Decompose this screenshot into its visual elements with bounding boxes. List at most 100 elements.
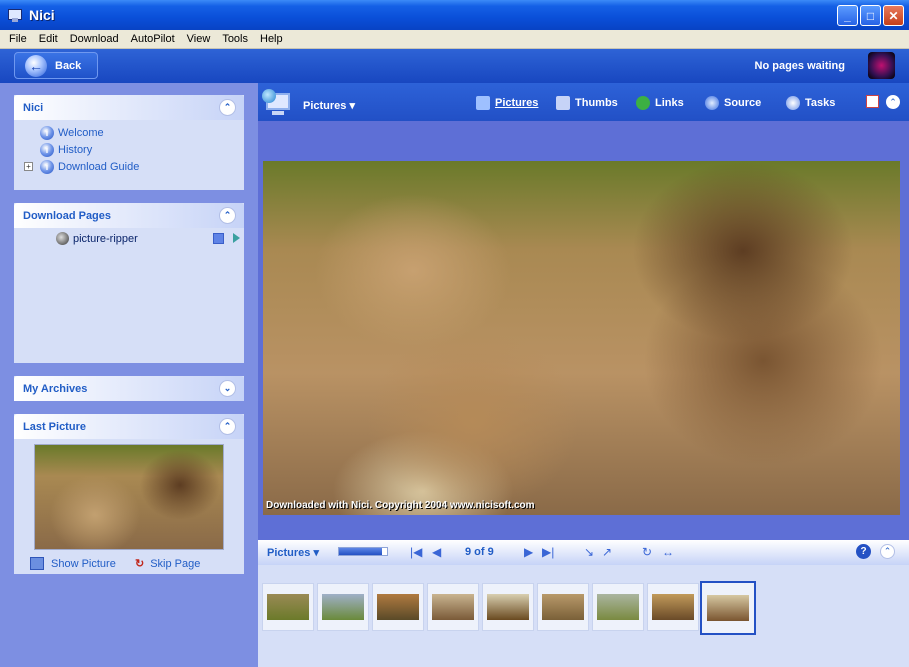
last-picture-icon[interactable]: ▶| [542,545,554,559]
tab-tasks[interactable]: Tasks [786,96,835,110]
archives-panel: My Archives ⌄ [14,376,244,401]
first-picture-icon[interactable]: |◀ [410,545,422,559]
thumbnail-1[interactable] [262,583,314,631]
content-area: Pictures ▾ Pictures Thumbs Links Source … [258,83,909,667]
thumbnail-image [597,594,639,620]
stop-icon[interactable] [213,233,224,244]
last-picture-title: Last Picture [23,420,86,433]
tab-source[interactable]: Source [705,96,761,110]
download-pages-panel: Download Pages ⌃ picture-ripper [14,203,244,363]
thumbnail-image [267,594,309,620]
maximize-button[interactable]: □ [860,5,881,26]
thumbnail-3[interactable] [372,583,424,631]
menu-download[interactable]: Download [64,33,125,45]
show-picture-link[interactable]: Show Picture [30,555,116,572]
collapse-up-icon[interactable]: ⌃ [219,418,236,435]
zoom-in-icon[interactable]: ↘ [584,545,594,559]
thumbnail-7[interactable] [592,583,644,631]
download-progress [338,547,388,556]
thumbnail-image [377,594,419,620]
expand-plus-icon[interactable]: + [24,162,33,171]
picture-icon [30,557,44,570]
nici-panel-header[interactable]: Nici ⌃ [14,95,244,120]
thumbnail-image [542,594,584,620]
next-picture-icon[interactable]: ▶ [524,545,533,559]
collapse-up-icon[interactable]: ⌃ [219,207,236,224]
pictures-tab-icon [476,96,490,110]
tab-pictures[interactable]: Pictures [476,96,538,110]
rotate-icon[interactable]: ↻ [642,545,652,559]
last-picture-thumbnail[interactable] [34,444,224,550]
archives-header[interactable]: My Archives ⌄ [14,376,244,401]
info-icon: i [40,159,54,174]
play-icon[interactable] [233,233,240,243]
window-title: Nici [29,7,55,23]
close-button[interactable]: ✕ [883,5,904,26]
link-welcome[interactable]: i Welcome [40,124,244,141]
minimize-button[interactable]: _ [837,5,858,26]
zoom-out-icon[interactable]: ↗ [602,545,612,559]
menu-autopilot[interactable]: AutoPilot [125,33,181,45]
menu-view[interactable]: View [181,33,217,45]
back-arrow-icon: ← [25,54,47,77]
task-pane: Nici ⌃ i Welcome i History + i Download … [0,83,258,667]
progress-fill [339,548,383,555]
menu-help[interactable]: Help [254,33,289,45]
tab-label: Thumbs [575,97,618,109]
nici-panel: Nici ⌃ i Welcome i History + i Download … [14,95,244,190]
last-picture-header[interactable]: Last Picture ⌃ [14,414,244,439]
thumbnail-8[interactable] [647,583,699,631]
navigator-dropdown[interactable]: Pictures ▾ [267,546,319,559]
thumbnail-image [707,595,749,621]
nici-logo-icon[interactable] [868,52,895,79]
monitor-icon [262,89,292,117]
link-label: Welcome [58,126,104,139]
main-picture[interactable]: Downloaded with Nici. Copyright 2004 www… [263,161,900,515]
thumbnail-image [487,594,529,620]
view-dropdown[interactable]: Pictures ▾ [303,99,355,112]
previous-picture-icon[interactable]: ◀ [432,545,441,559]
thumbnail-5[interactable] [482,583,534,631]
tasks-tab-icon [786,96,800,110]
thumbnail-6[interactable] [537,583,589,631]
picture-counter: 9 of 9 [465,546,494,558]
thumbnail-2[interactable] [317,583,369,631]
thumbnail-strip [258,565,909,667]
fit-icon[interactable]: ↔ [662,545,674,559]
menu-edit[interactable]: Edit [33,33,64,45]
collapse-up-icon[interactable]: ⌃ [886,95,900,109]
info-icon: i [40,125,54,140]
menu-file[interactable]: File [3,33,33,45]
link-label: Download Guide [58,160,140,173]
queue-status: No pages waiting [754,60,845,72]
tab-links[interactable]: Links [636,96,684,110]
back-button[interactable]: ← Back [14,52,98,79]
skip-arrow-icon: ↻ [135,558,145,570]
archives-title: My Archives [23,382,88,395]
thumbnail-image [432,594,474,620]
fullscreen-icon[interactable] [866,95,879,108]
title-bar: Nici _ □ ✕ [0,0,909,30]
link-download-guide[interactable]: + i Download Guide [24,158,244,175]
download-pages-header[interactable]: Download Pages ⌃ [14,203,244,228]
tab-label: Pictures [495,97,539,109]
tab-thumbs[interactable]: Thumbs [556,96,618,110]
tab-label: Tasks [805,97,836,109]
expand-down-icon[interactable]: ⌄ [219,380,236,397]
download-page-item[interactable]: picture-ripper [14,230,244,247]
help-icon[interactable]: ? [856,544,871,559]
link-history[interactable]: i History [40,141,244,158]
thumbnail-image [652,594,694,620]
collapse-up-icon[interactable]: ⌃ [219,99,236,116]
links-tab-icon [636,96,650,110]
thumbnail-4[interactable] [427,583,479,631]
page-globe-icon [56,232,69,245]
tab-label: Source [724,97,762,109]
source-tab-icon [705,96,719,110]
collapse-up-icon[interactable]: ⌃ [880,544,895,559]
info-icon: i [40,142,54,157]
skip-page-link[interactable]: ↻ Skip Page [135,555,200,572]
thumbnail-9[interactable] [700,581,756,635]
menu-tools[interactable]: Tools [216,33,254,45]
toolbar: ← Back No pages waiting [0,49,909,83]
